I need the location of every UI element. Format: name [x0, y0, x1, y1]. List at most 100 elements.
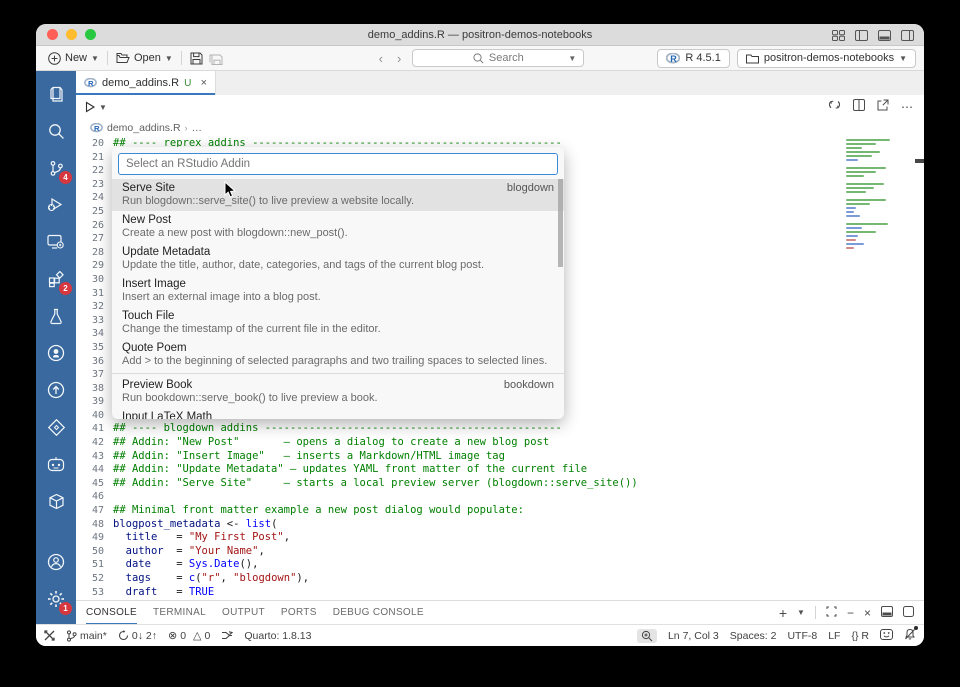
problems-status[interactable]: ⊗ 0 △ 0 — [168, 629, 210, 643]
panel-tab-output[interactable]: OUTPUT — [222, 601, 265, 624]
sync-status[interactable]: 0↓ 2↑ — [118, 630, 157, 642]
quarto-status[interactable]: Quarto: 1.8.13 — [244, 630, 311, 642]
remote-indicator[interactable] — [44, 630, 55, 641]
settings-gear-icon[interactable]: 1 — [42, 584, 72, 615]
packages-icon[interactable] — [42, 486, 70, 516]
addin-item[interactable]: Quote Poem Add > to the beginning of sele… — [112, 339, 564, 371]
github-icon[interactable] — [42, 338, 70, 368]
source-control-icon[interactable]: 4 — [42, 153, 72, 184]
minimize-panel-icon[interactable]: − — [847, 606, 854, 620]
breadcrumb-symbol[interactable]: … — [192, 122, 203, 134]
tab-demo-addins[interactable]: R demo_addins.R U × — [76, 71, 216, 95]
close-panel-icon[interactable]: × — [864, 606, 871, 620]
addin-search-input[interactable] — [118, 153, 558, 175]
account-icon[interactable] — [42, 547, 70, 577]
forward-button[interactable]: › — [394, 51, 404, 66]
panel-tab-console[interactable]: CONSOLE — [86, 601, 138, 624]
code-line[interactable]: 46 — [76, 490, 924, 504]
minimap[interactable] — [846, 139, 908, 251]
code-line[interactable]: 48 blogpost_metadata <- list( — [76, 518, 924, 532]
addin-item[interactable]: New Post Create a new post with blogdown:… — [112, 211, 564, 243]
addin-title: Preview Book — [122, 379, 193, 391]
panel-layout-icon[interactable] — [881, 604, 893, 622]
extensions-icon[interactable]: 2 — [42, 264, 72, 295]
encoding[interactable]: UTF-8 — [787, 630, 817, 642]
scrollbar-thumb[interactable] — [558, 179, 563, 267]
cursor-position[interactable]: Ln 7, Col 3 — [668, 630, 719, 642]
addin-item[interactable]: Serve Site blogdown Run blogdown::serve_si… — [112, 179, 564, 211]
toggle-secondary-sidebar-icon[interactable] — [901, 29, 914, 41]
save-button[interactable] — [184, 48, 209, 69]
code-line[interactable]: 45 ## Addin: "Serve Site" — starts a loca… — [76, 477, 924, 491]
maximize-panel-icon[interactable] — [903, 604, 914, 622]
code-line[interactable]: 51 date = Sys.Date(), — [76, 558, 924, 572]
breadcrumb[interactable]: R demo_addins.R › … — [76, 119, 924, 137]
source-file-icon[interactable] — [828, 98, 841, 116]
addin-item[interactable]: Input LaTeX Math — [112, 408, 564, 419]
close-tab-icon[interactable]: × — [201, 77, 207, 89]
publish-icon[interactable] — [42, 375, 70, 405]
new-button[interactable]: New ▼ — [42, 48, 105, 69]
addin-description: Run blogdown::serve_site() to live previ… — [122, 195, 415, 207]
code-line[interactable]: 53 draft = TRUE — [76, 586, 924, 600]
indentation[interactable]: Spaces: 2 — [730, 630, 777, 642]
panel-tab-terminal[interactable]: TERMINAL — [153, 601, 206, 624]
quarto-icon[interactable] — [42, 412, 70, 442]
minimap-line — [846, 191, 866, 193]
assistant-icon[interactable] — [42, 449, 70, 479]
code-line[interactable]: 44 ## Addin: "Update Metadata" — updates … — [76, 463, 924, 477]
code-line[interactable]: 47 ## Minimal front matter example a new … — [76, 504, 924, 518]
code-line[interactable]: 42 ## Addin: "New Post" — opens a dialog … — [76, 436, 924, 450]
feedback-button[interactable] — [880, 628, 893, 643]
minimap-line — [846, 151, 880, 153]
restore-panel-icon[interactable] — [826, 604, 837, 622]
line-number: 34 — [91, 328, 104, 340]
addin-picker: Serve Site blogdownRun blogdown::serve_si… — [112, 147, 564, 419]
run-debug-icon[interactable] — [42, 190, 70, 220]
customize-layout-icon[interactable] — [832, 29, 845, 41]
eol[interactable]: LF — [828, 630, 840, 642]
new-console-button[interactable]: + — [779, 606, 787, 620]
addin-search-field[interactable] — [126, 158, 550, 170]
sessions-icon[interactable] — [42, 227, 70, 257]
language-mode[interactable]: {} R — [851, 630, 869, 642]
workspace-button[interactable]: positron-demos-notebooks ▼ — [736, 48, 916, 68]
testing-icon[interactable] — [42, 301, 70, 331]
global-search-box[interactable]: Search ▼ — [412, 49, 585, 67]
run-file-button[interactable]: ▼ — [84, 101, 107, 113]
code-line[interactable]: 50 author = "Your Name", — [76, 545, 924, 559]
open-button[interactable]: Open ▼ — [110, 48, 179, 69]
addin-item[interactable]: Insert Image Insert an external image int… — [112, 275, 564, 307]
search-icon[interactable] — [42, 116, 70, 146]
fork-status[interactable] — [221, 630, 234, 641]
code-editor[interactable]: 20 ## ---- reprex addins ----------------… — [76, 137, 924, 600]
code-line[interactable]: 49 title = "My First Post", — [76, 531, 924, 545]
toggle-sidebar-icon[interactable] — [855, 29, 868, 41]
open-in-new-window-icon[interactable] — [877, 98, 889, 116]
back-button[interactable]: ‹ — [376, 51, 386, 66]
code-line[interactable]: 43 ## Addin: "Insert Image" — inserts a M… — [76, 450, 924, 464]
save-all-button[interactable] — [209, 48, 229, 69]
activity-bar: 4 2 1 — [36, 71, 76, 624]
addin-package-tag: bookdown — [503, 379, 554, 391]
notifications-button[interactable] — [904, 626, 918, 643]
code-line[interactable]: 52 tags = c("r", "blogdown"), — [76, 572, 924, 586]
more-actions-icon[interactable]: ⋯ — [901, 100, 914, 114]
zoom-control[interactable] — [636, 628, 657, 643]
breadcrumb-file[interactable]: demo_addins.R — [107, 122, 181, 134]
split-editor-icon[interactable] — [853, 98, 865, 116]
addin-item[interactable]: Update Metadata Update the title, author,… — [112, 243, 564, 275]
explorer-icon[interactable] — [42, 79, 70, 109]
panel-tab-ports[interactable]: PORTS — [281, 601, 317, 624]
interpreter-button[interactable]: R R 4.5.1 — [657, 48, 730, 68]
tab-label: demo_addins.R — [102, 77, 180, 89]
addin-item[interactable]: Touch File Change the timestamp of the cu… — [112, 307, 564, 339]
code-line[interactable]: 41 ## ---- blogdown addins --------------… — [76, 422, 924, 436]
addin-item[interactable]: Preview Book bookdown Run bookdown::serve_… — [112, 376, 564, 408]
line-number: 26 — [91, 219, 104, 231]
panel-tab-debug-console[interactable]: DEBUG CONSOLE — [333, 601, 424, 624]
settings-badge: 1 — [59, 602, 72, 615]
chevron-down-icon[interactable]: ▼ — [797, 608, 805, 617]
toggle-panel-icon[interactable] — [878, 29, 891, 41]
git-branch-status[interactable]: main* — [66, 630, 107, 642]
